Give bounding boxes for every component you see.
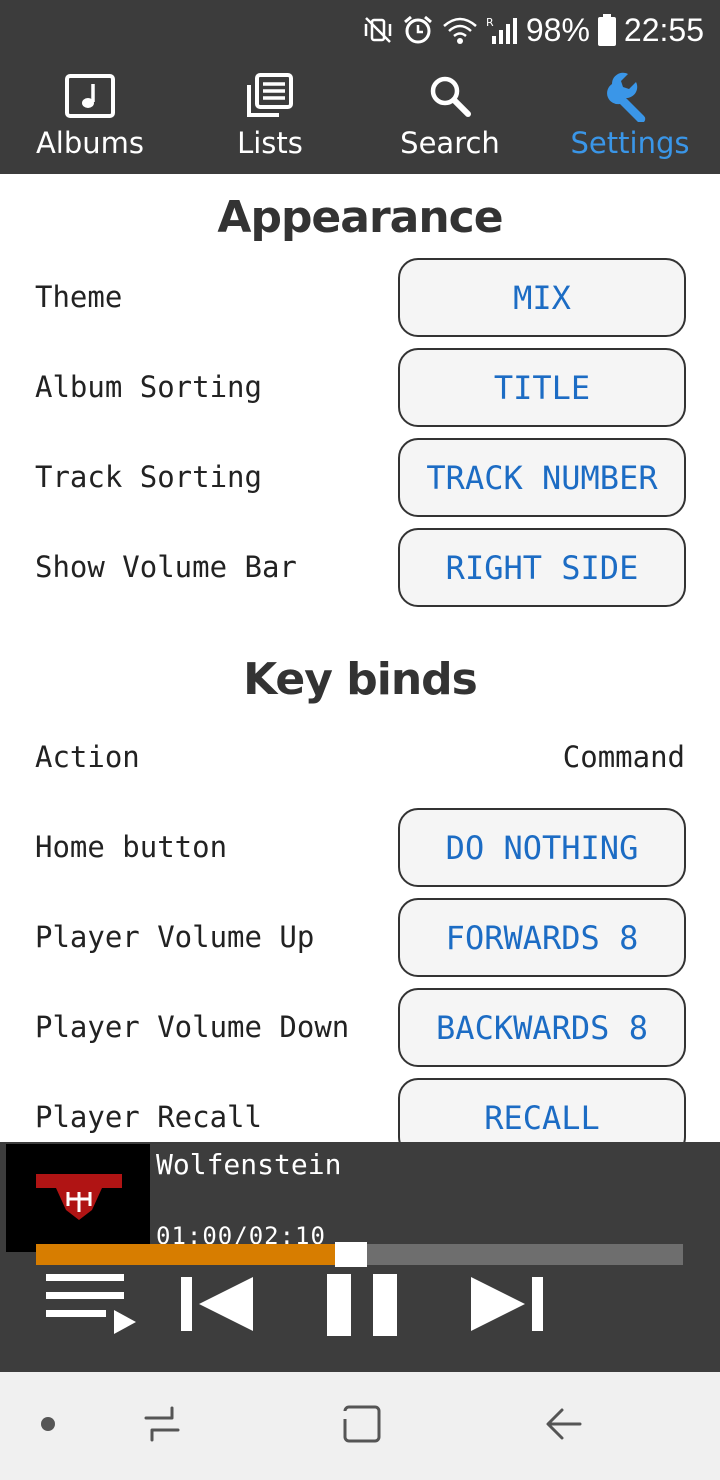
key-binds-title: Key binds: [243, 654, 478, 705]
keybind-row-player-recall: Player Recall RECALL: [0, 1078, 720, 1142]
previous-icon: [175, 1273, 255, 1337]
status-icons: R 98% 22:55: [362, 10, 704, 50]
status-bar: R 98% 22:55: [0, 0, 720, 60]
tab-settings-label: Settings: [570, 126, 690, 160]
tab-lists-label: Lists: [237, 126, 303, 160]
recent-apps-icon: [142, 1404, 182, 1448]
keybind-label: Home button: [35, 830, 228, 864]
volume-up-command-button[interactable]: FORWARDS 8: [398, 898, 686, 977]
pause-icon: [321, 1270, 401, 1340]
tab-albums-label: Albums: [35, 126, 145, 160]
music-note-icon: [62, 70, 118, 122]
progress-bar[interactable]: [36, 1242, 683, 1267]
svg-text:R: R: [486, 16, 494, 29]
settings-content[interactable]: Appearance Theme MIX Album Sorting TITLE…: [0, 174, 720, 1142]
player-recall-command-button[interactable]: RECALL: [398, 1078, 686, 1142]
previous-button[interactable]: [172, 1272, 258, 1338]
wrench-icon: [602, 70, 658, 122]
appearance-title: Appearance: [217, 192, 503, 243]
search-icon: [422, 70, 478, 122]
setting-label: Show Volume Bar: [35, 550, 297, 584]
vibrate-mute-icon: [362, 14, 394, 46]
command-column-header: Command: [562, 740, 685, 774]
tab-lists[interactable]: Lists: [180, 60, 360, 174]
album-sorting-button[interactable]: TITLE: [398, 348, 686, 427]
recent-apps-button[interactable]: [134, 1400, 190, 1452]
signal-icon: R: [486, 14, 518, 46]
keybind-label: Player Volume Up: [35, 920, 315, 954]
setting-label: Album Sorting: [35, 370, 262, 404]
next-button[interactable]: [462, 1272, 548, 1338]
track-sorting-button[interactable]: TRACK NUMBER: [398, 438, 686, 517]
home-icon: [341, 1403, 383, 1449]
dot-icon: [40, 1416, 56, 1436]
keybind-row-home-button: Home button DO NOTHING: [0, 808, 720, 888]
list-icon: [242, 70, 298, 122]
tab-search[interactable]: Search: [360, 60, 540, 174]
tab-albums[interactable]: Albums: [0, 60, 180, 174]
keybind-row-volume-up: Player Volume Up FORWARDS 8: [0, 898, 720, 978]
tab-search-label: Search: [400, 126, 500, 160]
home-button[interactable]: [334, 1400, 390, 1452]
setting-row-track-sorting: Track Sorting TRACK NUMBER: [0, 438, 720, 518]
keybind-label: Player Recall: [35, 1100, 262, 1134]
nav-dot-button[interactable]: [20, 1400, 76, 1452]
back-button[interactable]: [536, 1400, 592, 1452]
setting-label: Track Sorting: [35, 460, 262, 494]
wifi-icon: [442, 14, 478, 46]
setting-label: Theme: [35, 280, 123, 314]
setting-row-album-sorting: Album Sorting TITLE: [0, 348, 720, 428]
clock: 22:55: [623, 11, 704, 48]
playlist-button[interactable]: [38, 1270, 138, 1340]
action-column-header: Action: [35, 740, 140, 774]
queue-icon: [40, 1270, 136, 1340]
track-title: Wolfenstein: [156, 1148, 342, 1181]
battery-icon: [597, 14, 616, 46]
pause-button[interactable]: [318, 1270, 404, 1340]
keybind-label: Player Volume Down: [35, 1010, 350, 1044]
setting-row-show-volume-bar: Show Volume Bar RIGHT SIDE: [0, 528, 720, 608]
mini-player: Wolfenstein 01:00/02:10: [0, 1142, 720, 1372]
theme-button[interactable]: MIX: [398, 258, 686, 337]
show-volume-bar-button[interactable]: RIGHT SIDE: [398, 528, 686, 607]
tab-settings[interactable]: Settings: [540, 60, 720, 174]
progress-fill: [36, 1244, 335, 1265]
key-binds-header: Action Command: [0, 730, 720, 810]
battery-percent: 98%: [525, 11, 590, 48]
setting-row-theme: Theme MIX: [0, 258, 720, 338]
progress-thumb[interactable]: [335, 1242, 367, 1267]
next-icon: [465, 1273, 545, 1337]
keybind-row-volume-down: Player Volume Down BACKWARDS 8: [0, 988, 720, 1068]
volume-down-command-button[interactable]: BACKWARDS 8: [398, 988, 686, 1067]
home-button-command-button[interactable]: DO NOTHING: [398, 808, 686, 887]
top-nav: Albums Lists Search Settings: [0, 60, 720, 174]
back-arrow-icon: [544, 1404, 584, 1448]
android-nav-bar: [0, 1372, 720, 1480]
alarm-icon: [402, 14, 434, 46]
album-art[interactable]: [6, 1144, 150, 1252]
